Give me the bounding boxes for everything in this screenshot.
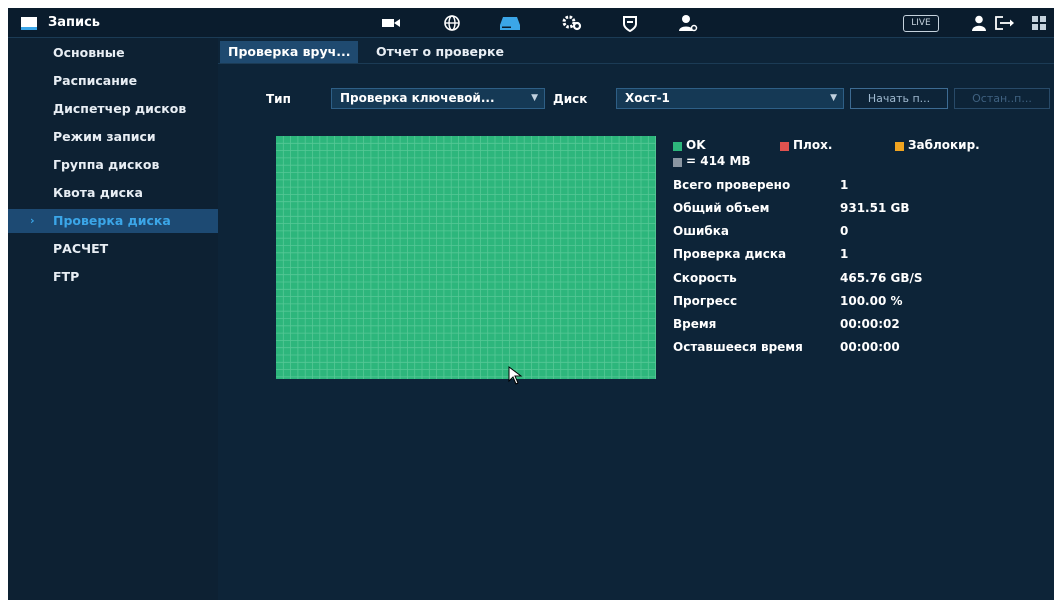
sidebar-item-record-mode[interactable]: Режим записи (8, 125, 218, 149)
stop-check-button[interactable]: Остан..п... (954, 88, 1050, 109)
disk-select-value: Хост-1 (625, 91, 670, 105)
sidebar-item-schedule[interactable]: Расписание (8, 69, 218, 93)
account-settings-icon[interactable] (677, 13, 699, 33)
legend-ok-label: OK (686, 138, 706, 152)
sidebar-item-label: Диспетчер дисков (53, 101, 187, 116)
legend-blocked-swatch (895, 142, 904, 151)
menu-grid-icon[interactable] (1028, 13, 1050, 33)
sidebar-item-label: Основные (53, 45, 125, 60)
stat-total-capacity-label: Общий объем (673, 201, 770, 215)
sidebar-item-label: Расписание (53, 73, 138, 88)
stat-error-value: 0 (840, 224, 849, 238)
stat-time-value: 00:00:02 (840, 317, 900, 331)
stat-disk-check-value: 1 (840, 247, 849, 261)
user-icon[interactable] (968, 13, 990, 33)
sidebar-item-label: FTP (53, 269, 80, 284)
live-button[interactable]: LIVE (903, 15, 939, 32)
sidebar-item-disk-group[interactable]: Группа дисков (8, 153, 218, 177)
sidebar-item-label: РАСЧЕТ (53, 241, 109, 256)
stat-speed-label: Скорость (673, 271, 737, 285)
app-window: Запись LIVE Основные Расписание Диспетче… (8, 8, 1054, 600)
sidebar-item-label: Группа дисков (53, 157, 160, 172)
sidebar: Основные Расписание Диспетчер дисков Реж… (8, 38, 218, 600)
top-bar: Запись LIVE (8, 8, 1054, 38)
stat-time-label: Время (673, 317, 717, 331)
dropdown-arrow-icon: ▼ (830, 93, 837, 103)
tab-bar: Проверка вруч... Отчет о проверке (218, 38, 1054, 64)
sidebar-item-calculation[interactable]: РАСЧЕТ (8, 237, 218, 261)
network-globe-icon[interactable] (441, 13, 463, 33)
legend-ok-swatch (673, 142, 682, 151)
stat-progress-label: Прогресс (673, 294, 738, 308)
stat-error-label: Ошибка (673, 224, 729, 238)
stat-total-checked-label: Всего проверено (673, 178, 791, 192)
disk-sector-map (276, 136, 656, 379)
sidebar-item-ftp[interactable]: FTP (8, 265, 218, 289)
disk-select[interactable]: Хост-1 ▼ (616, 88, 844, 109)
stat-total-checked-value: 1 (840, 178, 849, 192)
legend-blocked-label: Заблокир. (908, 138, 980, 152)
type-select-value: Проверка ключевой... (340, 91, 495, 105)
chevron-right-icon: › (30, 214, 35, 227)
legend-unit-label: = 414 MB (686, 154, 751, 168)
tab-check-report[interactable]: Отчет о проверке (368, 41, 512, 63)
stat-remaining-time-label: Оставшееся время (673, 340, 803, 354)
stat-disk-check-label: Проверка диска (673, 247, 787, 261)
stat-speed-value: 465.76 GB/S (840, 271, 923, 285)
start-check-button[interactable]: Начать п... (850, 88, 948, 109)
sidebar-item-label: Квота диска (53, 185, 143, 200)
legend-bad-label: Плох. (793, 138, 833, 152)
disk-label: Диск (553, 92, 588, 106)
sidebar-item-disk-quota[interactable]: Квота диска (8, 181, 218, 205)
camera-icon[interactable] (380, 13, 402, 33)
sidebar-item-basic[interactable]: Основные (8, 41, 218, 65)
legend-bad-swatch (780, 142, 789, 151)
settings-gears-icon[interactable] (561, 13, 583, 33)
logout-icon[interactable] (994, 13, 1016, 33)
tab-manual-check[interactable]: Проверка вруч... (220, 41, 359, 63)
sidebar-item-disk-check[interactable]: › Проверка диска (8, 209, 218, 233)
stat-remaining-time-value: 00:00:00 (840, 340, 900, 354)
shield-icon[interactable] (619, 13, 641, 33)
record-module-icon (21, 17, 37, 30)
module-title: Запись (48, 15, 101, 30)
legend-unit-swatch (673, 158, 682, 167)
storage-icon[interactable] (499, 13, 521, 33)
sidebar-item-label: Режим записи (53, 129, 156, 144)
sector-grid (276, 136, 656, 379)
mouse-cursor-icon (508, 366, 523, 385)
sidebar-item-disk-manager[interactable]: Диспетчер дисков (8, 97, 218, 121)
main-content: Проверка вруч... Отчет о проверке Тип Пр… (218, 38, 1054, 600)
type-label: Тип (266, 92, 291, 106)
dropdown-arrow-icon: ▼ (531, 93, 538, 103)
stat-progress-value: 100.00 % (840, 294, 903, 308)
stat-total-capacity-value: 931.51 GB (840, 201, 910, 215)
type-select[interactable]: Проверка ключевой... ▼ (331, 88, 545, 109)
sidebar-item-label: Проверка диска (53, 213, 171, 228)
